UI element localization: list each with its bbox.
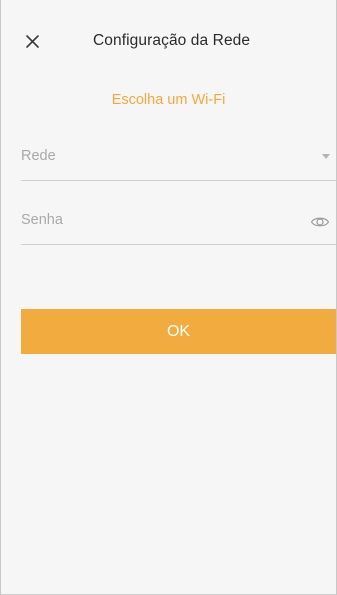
header: Configuração da Rede bbox=[1, 0, 336, 84]
chevron-down-icon[interactable] bbox=[322, 154, 330, 159]
network-config-screen: Configuração da Rede Escolha um Wi-Fi Re… bbox=[0, 0, 337, 595]
close-icon bbox=[26, 35, 39, 48]
close-button[interactable] bbox=[21, 30, 45, 54]
ok-button[interactable]: OK bbox=[21, 309, 336, 354]
password-field[interactable]: Senha bbox=[21, 204, 336, 245]
password-placeholder: Senha bbox=[21, 212, 63, 228]
eye-icon[interactable] bbox=[310, 214, 330, 230]
choose-wifi-heading: Escolha um Wi-Fi bbox=[111, 92, 226, 108]
page-title: Configuração da Rede bbox=[93, 32, 251, 49]
network-placeholder: Rede bbox=[21, 148, 56, 164]
network-select[interactable]: Rede bbox=[21, 140, 336, 181]
